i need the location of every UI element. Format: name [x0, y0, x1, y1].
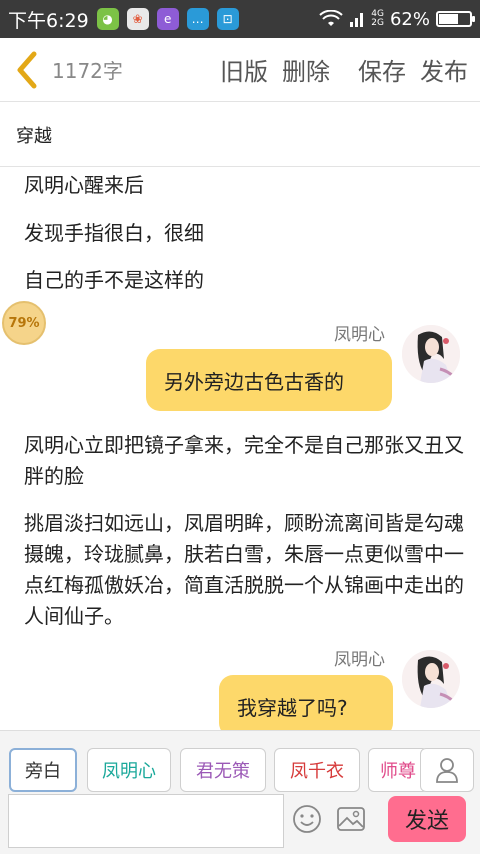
wechat-icon: ◕ — [96, 8, 119, 30]
wifi-icon — [319, 10, 343, 26]
message-input[interactable] — [8, 794, 284, 848]
emoji-button[interactable] — [292, 804, 322, 834]
editor-header: 1172字 旧版 删除 保存 发布 — [0, 38, 480, 102]
role-tab-fengmingxin[interactable]: 凤明心 — [87, 748, 171, 792]
back-button[interactable] — [4, 38, 50, 102]
speaker-name: 凤明心 — [334, 650, 385, 670]
word-count: 1172字 — [52, 59, 123, 83]
screenshot-icon: ⊡ — [216, 8, 239, 30]
send-button[interactable]: 发送 — [388, 796, 466, 842]
narration-line: 发现手指很白，很细 — [24, 221, 204, 245]
user-icon — [436, 758, 458, 783]
smiley-icon — [293, 805, 321, 833]
save-button[interactable]: 保存 — [358, 52, 406, 87]
story-content[interactable]: 凤明心醒来后 发现手指很白，很细 自己的手不是这样的 79% 凤明心 另外旁边古… — [0, 168, 480, 730]
chevron-left-icon — [17, 51, 37, 88]
character-portrait-icon — [402, 325, 460, 383]
progress-badge[interactable]: 79% — [2, 301, 46, 345]
narration-paragraph: 挑眉淡扫如远山，凤眉明眸，顾盼流离间皆是勾魂摄魄，玲珑腻鼻，肤若白雪，朱唇一点更… — [24, 511, 464, 628]
dialogue-bubble[interactable]: 我穿越了吗? — [219, 675, 393, 730]
signal-icon — [350, 13, 364, 27]
chapter-title: 穿越 — [16, 125, 52, 147]
input-bar: 发送 — [0, 794, 480, 854]
role-selector: 旁白 凤明心 君无策 凤千衣 师尊 — [0, 730, 480, 794]
status-time: 下午6:29 — [8, 9, 89, 32]
character-portrait-icon — [402, 650, 460, 708]
gallery-icon: ❀ — [126, 8, 149, 30]
image-icon — [337, 807, 365, 831]
role-tab-narrator[interactable]: 旁白 — [9, 748, 77, 792]
narration-line: 自己的手不是这样的 — [24, 268, 204, 292]
delete-button[interactable]: 删除 — [282, 52, 330, 87]
role-tab-shizun[interactable]: 师尊 — [368, 748, 428, 792]
narration-paragraph: 凤明心立即把镜子拿来，完全不是自己那张又丑又胖的脸 — [24, 433, 464, 488]
role-manage-button[interactable] — [420, 748, 474, 792]
status-bar: 下午6:29 ◕ ❀ e … ⊡ 4G 2G 62% — [0, 0, 480, 38]
role-tab-fengqianyi[interactable]: 凤千衣 — [274, 748, 360, 792]
dialogue-bubble[interactable]: 另外旁边古色古香的 — [146, 349, 392, 411]
character-avatar[interactable] — [402, 650, 460, 708]
browser-icon: e — [156, 8, 179, 30]
battery-icon — [436, 11, 475, 27]
chapter-title-row[interactable]: 穿越 — [0, 103, 480, 167]
narration-line: 凤明心醒来后 — [24, 173, 144, 197]
publish-button[interactable]: 发布 — [420, 52, 468, 87]
network-2g: 2G — [371, 18, 384, 28]
battery-percent: 62% — [389, 8, 430, 30]
chat-icon: … — [186, 8, 209, 30]
role-tab-junwuce[interactable]: 君无策 — [180, 748, 266, 792]
network-type: 4G 2G — [371, 10, 384, 28]
old-version-button[interactable]: 旧版 — [220, 52, 268, 87]
speaker-name: 凤明心 — [334, 325, 385, 345]
character-avatar[interactable] — [402, 325, 460, 383]
image-button[interactable] — [336, 804, 366, 834]
